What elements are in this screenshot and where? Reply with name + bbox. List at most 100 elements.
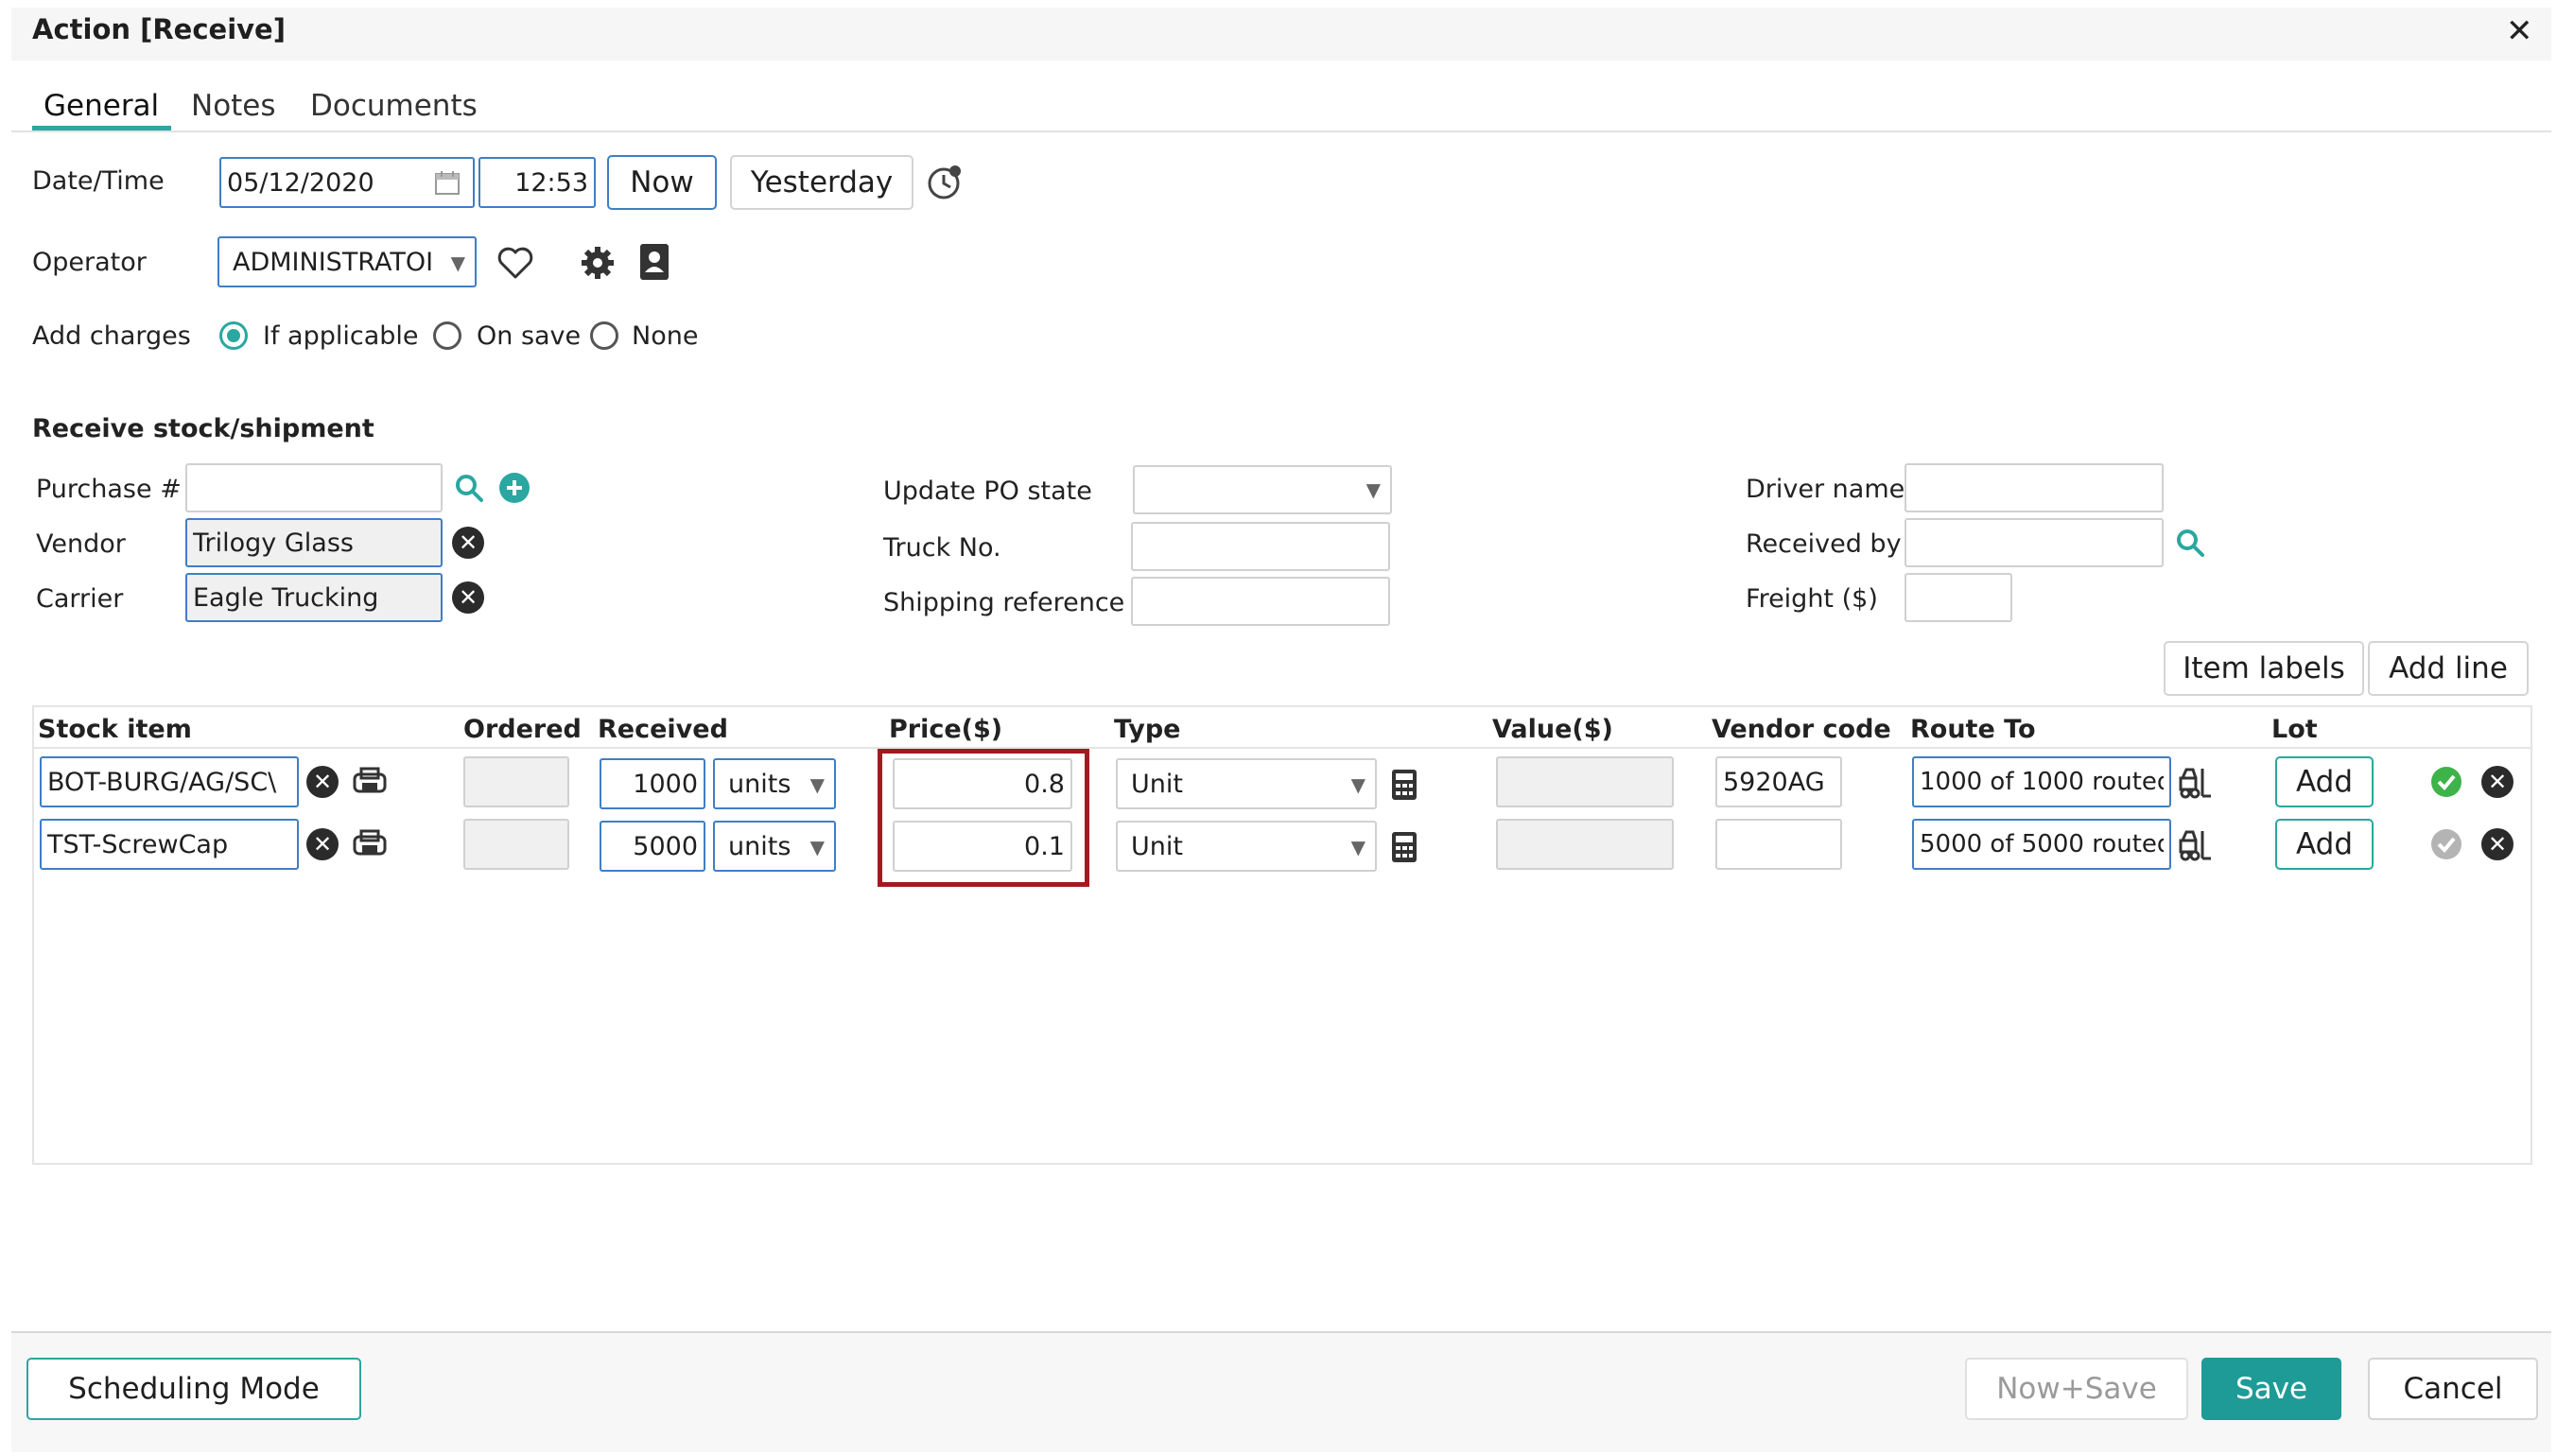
save-button[interactable]: Save [2201, 1358, 2341, 1420]
dialog-title: Action [Receive] [32, 13, 286, 45]
datetime-label: Date/Time [32, 166, 165, 196]
clear-carrier-icon[interactable]: ✕ [452, 581, 484, 614]
col-route-to: Route To [1910, 715, 2036, 744]
chevron-down-icon: ▼ [1365, 478, 1381, 501]
dialog-titlebar [11, 8, 2551, 61]
clear-vendor-icon[interactable]: ✕ [452, 527, 484, 559]
vendor-code-input[interactable] [1715, 819, 1842, 870]
vendor-input[interactable] [185, 518, 443, 567]
gear-icon[interactable] [577, 242, 618, 284]
value-input[interactable] [1496, 819, 1674, 870]
type-select[interactable]: Unit ▼ [1116, 821, 1377, 872]
received-input[interactable] [600, 821, 705, 872]
yesterday-button[interactable]: Yesterday [730, 155, 913, 210]
add-line-button[interactable]: Add line [2368, 641, 2529, 696]
radio-none[interactable] [590, 321, 618, 350]
chevron-down-icon: ▼ [450, 251, 465, 274]
po-state-select[interactable]: ▼ [1133, 465, 1392, 514]
check-circle-icon[interactable] [2430, 828, 2462, 860]
scheduling-mode-button[interactable]: Scheduling Mode [26, 1358, 361, 1420]
clock-history-icon[interactable] [923, 161, 966, 204]
forklift-icon[interactable] [2177, 764, 2213, 802]
ordered-input[interactable] [463, 819, 569, 870]
now-save-button[interactable]: Now+Save [1965, 1358, 2188, 1420]
driver-input[interactable] [1905, 463, 2164, 512]
calendar-icon[interactable] [431, 166, 463, 199]
tab-documents[interactable]: Documents [310, 89, 478, 123]
purchase-input[interactable] [185, 463, 443, 512]
radio-on-save-label: On save [477, 321, 582, 351]
stock-item-input[interactable] [40, 756, 299, 807]
received-by-label: Received by [1746, 529, 1902, 559]
tabs-divider [11, 130, 2551, 132]
freight-input[interactable] [1905, 573, 2012, 622]
vendor-code-input[interactable] [1715, 756, 1842, 807]
print-label-icon[interactable] [350, 826, 390, 862]
received-by-input[interactable] [1905, 518, 2164, 567]
truck-label: Truck No. [883, 533, 1001, 563]
radio-if-applicable[interactable] [219, 321, 248, 350]
route-to-input[interactable] [1912, 756, 2171, 807]
operator-select[interactable]: ADMINISTRATOI ▼ [217, 236, 477, 287]
carrier-input[interactable] [185, 573, 443, 622]
check-circle-icon[interactable] [2430, 766, 2462, 798]
print-label-icon[interactable] [350, 764, 390, 800]
contact-book-icon[interactable] [634, 240, 675, 284]
col-received: Received [598, 715, 728, 744]
search-icon[interactable] [450, 469, 488, 507]
chevron-down-icon: ▼ [809, 773, 825, 796]
operator-select-value: ADMINISTRATOI [233, 247, 434, 277]
purchase-label: Purchase # [36, 475, 182, 504]
col-ordered: Ordered [463, 715, 582, 744]
table-header-divider [34, 747, 2531, 749]
operator-label: Operator [32, 248, 147, 277]
type-select-value: Unit [1131, 831, 1183, 861]
remove-row-icon[interactable]: ✕ [2481, 828, 2514, 860]
shipping-input[interactable] [1131, 577, 1390, 626]
close-icon[interactable]: ✕ [2506, 15, 2533, 47]
col-vendor-code: Vendor code [1712, 715, 1891, 744]
calculator-icon[interactable] [1388, 828, 1420, 866]
stock-item-input[interactable] [40, 819, 299, 870]
col-stock-item: Stock item [38, 715, 192, 744]
remove-row-icon[interactable]: ✕ [2481, 766, 2514, 798]
tab-notes[interactable]: Notes [191, 89, 276, 123]
freight-label: Freight ($) [1746, 584, 1878, 614]
unit-select-value: units [728, 831, 791, 861]
receive-section-title: Receive stock/shipment [32, 414, 374, 443]
search-icon[interactable] [2171, 524, 2209, 562]
radio-none-label: None [632, 321, 699, 351]
truck-input[interactable] [1131, 522, 1390, 571]
col-lot: Lot [2271, 715, 2318, 744]
add-circle-icon[interactable] [497, 471, 531, 505]
type-select[interactable]: Unit ▼ [1116, 758, 1377, 809]
price-highlight-box [878, 749, 1089, 887]
radio-if-applicable-label: If applicable [263, 321, 419, 351]
value-input[interactable] [1496, 756, 1674, 807]
received-input[interactable] [600, 758, 705, 809]
unit-select[interactable]: units ▼ [713, 758, 836, 809]
time-input[interactable] [478, 157, 596, 208]
unit-select-value: units [728, 769, 791, 799]
now-button[interactable]: Now [607, 155, 717, 210]
item-labels-button[interactable]: Item labels [2164, 641, 2364, 696]
clear-stock-item-icon[interactable]: ✕ [306, 828, 339, 860]
heart-icon[interactable] [496, 244, 535, 282]
calculator-icon[interactable] [1388, 766, 1420, 804]
unit-select[interactable]: units ▼ [713, 821, 836, 872]
carrier-label: Carrier [36, 584, 124, 614]
lot-add-button[interactable]: Add [2275, 819, 2374, 870]
chevron-down-icon: ▼ [809, 836, 825, 858]
col-price: Price($) [889, 715, 1003, 744]
chevron-down-icon: ▼ [1350, 836, 1365, 858]
ordered-input[interactable] [463, 756, 569, 807]
tab-general[interactable]: General [43, 89, 159, 123]
route-to-input[interactable] [1912, 819, 2171, 870]
lot-add-button[interactable]: Add [2275, 756, 2374, 807]
radio-on-save[interactable] [433, 321, 461, 350]
forklift-icon[interactable] [2177, 826, 2213, 864]
cancel-button[interactable]: Cancel [2368, 1358, 2538, 1420]
clear-stock-item-icon[interactable]: ✕ [306, 766, 339, 798]
type-select-value: Unit [1131, 769, 1183, 799]
col-value: Value($) [1492, 715, 1613, 744]
